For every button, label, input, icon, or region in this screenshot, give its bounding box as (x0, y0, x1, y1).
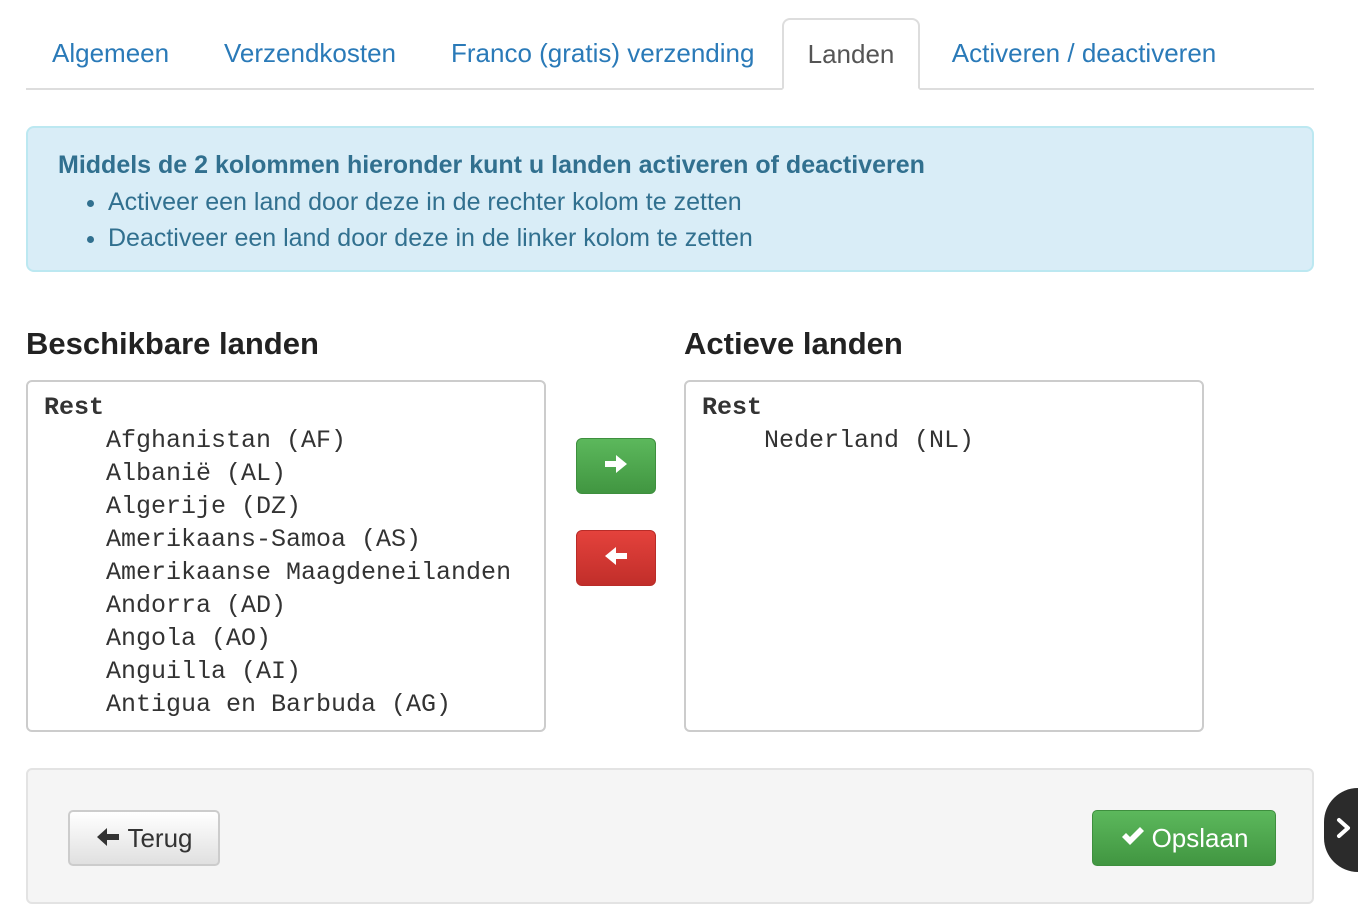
optgroup-label: Rest (44, 393, 105, 422)
checkmark-icon (1120, 823, 1146, 854)
active-countries-listbox[interactable]: Rest Nederland (NL) (684, 380, 1204, 732)
tab-algemeen[interactable]: Algemeen (52, 18, 169, 88)
country-option[interactable]: Albanië (AL) (44, 457, 544, 490)
alert-title: Middels de 2 kolommen hieronder kunt u l… (58, 151, 925, 179)
save-button[interactable]: Opslaan (1092, 810, 1276, 866)
arrow-left-icon (603, 545, 629, 572)
country-option[interactable]: Andorra (AD) (44, 589, 544, 622)
form-footer: Terug Opslaan (26, 768, 1314, 904)
tab-activeren-deactiveren[interactable]: Activeren / deactiveren (950, 18, 1218, 88)
chevron-right-icon (1336, 817, 1352, 844)
available-countries-heading: Beschikbare landen (26, 326, 319, 361)
deactivate-country-button[interactable] (576, 530, 656, 586)
country-option[interactable]: Antigua en Barbuda (AG) (44, 688, 544, 721)
arrow-left-icon (95, 823, 121, 854)
alert-list: Activeer een land door deze in de rechte… (58, 184, 1282, 256)
tab-franco-verzending[interactable]: Franco (gratis) verzending (451, 18, 754, 88)
side-panel-toggle[interactable] (1324, 788, 1358, 872)
country-option[interactable]: Amerikaanse Maagdeneilanden (44, 556, 544, 589)
country-option[interactable]: Angola (AO) (44, 622, 544, 655)
tab-landen[interactable]: Landen (782, 18, 920, 90)
tab-verzendkosten[interactable]: Verzendkosten (224, 18, 396, 88)
active-countries-heading: Actieve landen (684, 326, 903, 361)
info-alert: Middels de 2 kolommen hieronder kunt u l… (26, 126, 1314, 272)
arrow-right-icon (603, 453, 629, 480)
country-option[interactable]: Nederland (NL) (702, 424, 1202, 457)
back-button-label: Terug (127, 822, 193, 853)
tab-bar: Algemeen Verzendkosten Franco (gratis) v… (26, 18, 1314, 90)
available-countries-listbox[interactable]: Rest Afghanistan (AF) Albanië (AL) Alger… (26, 380, 546, 732)
optgroup-label: Rest (702, 393, 763, 422)
country-option[interactable]: Anguilla (AI) (44, 655, 544, 688)
alert-item: Activeer een land door deze in de rechte… (108, 184, 1282, 220)
save-button-label: Opslaan (1151, 822, 1249, 853)
country-option[interactable]: Algerije (DZ) (44, 490, 544, 523)
country-option[interactable]: Amerikaans-Samoa (AS) (44, 523, 544, 556)
country-option[interactable]: Afghanistan (AF) (44, 424, 544, 457)
alert-item: Deactiveer een land door deze in de link… (108, 220, 1282, 256)
activate-country-button[interactable] (576, 438, 656, 494)
back-button[interactable]: Terug (68, 810, 220, 866)
